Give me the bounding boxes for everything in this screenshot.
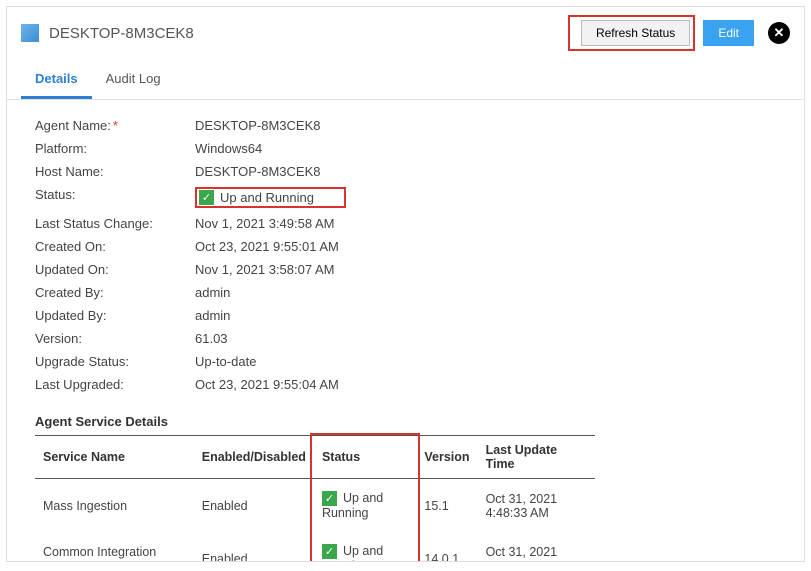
cell-last-update: Oct 31, 2021 5:01:56 AM bbox=[478, 532, 595, 562]
col-version: Version bbox=[416, 436, 477, 479]
value-version: 61.03 bbox=[195, 331, 228, 346]
check-icon bbox=[322, 491, 337, 506]
value-platform: Windows64 bbox=[195, 141, 262, 156]
label-created-on: Created On: bbox=[35, 239, 195, 254]
page-title: DESKTOP-8M3CEK8 bbox=[49, 25, 568, 42]
edit-button[interactable]: Edit bbox=[703, 20, 754, 46]
col-last-update: Last Update Time bbox=[478, 436, 595, 479]
value-updated-on: Nov 1, 2021 3:58:07 AM bbox=[195, 262, 334, 277]
label-last-upgraded: Last Upgraded: bbox=[35, 377, 195, 392]
table-row: Common Integration ComponentsEnabledUp a… bbox=[35, 532, 595, 562]
service-details-title: Agent Service Details bbox=[35, 414, 776, 429]
details-content: Agent Name:* DESKTOP-8M3CEK8 Platform: W… bbox=[7, 100, 804, 562]
check-icon bbox=[199, 190, 214, 205]
value-created-by: admin bbox=[195, 285, 230, 300]
label-agent-name: Agent Name:* bbox=[35, 118, 195, 133]
table-row: Mass IngestionEnabledUp and Running15.1O… bbox=[35, 479, 595, 533]
cell-service-name: Mass Ingestion bbox=[35, 479, 194, 533]
value-host-name: DESKTOP-8M3CEK8 bbox=[195, 164, 320, 179]
label-host-name: Host Name: bbox=[35, 164, 195, 179]
value-created-on: Oct 23, 2021 9:55:01 AM bbox=[195, 239, 339, 254]
col-service-name: Service Name bbox=[35, 436, 194, 479]
refresh-status-button[interactable]: Refresh Status bbox=[581, 20, 690, 46]
cell-enabled: Enabled bbox=[194, 479, 314, 533]
agent-icon bbox=[21, 24, 39, 42]
label-platform: Platform: bbox=[35, 141, 195, 156]
tab-bar: Details Audit Log bbox=[7, 63, 804, 100]
cell-service-name: Common Integration Components bbox=[35, 532, 194, 562]
value-agent-name: DESKTOP-8M3CEK8 bbox=[195, 118, 320, 133]
table-header-row: Service Name Enabled/Disabled Status Ver… bbox=[35, 436, 595, 479]
value-updated-by: admin bbox=[195, 308, 230, 323]
service-table: Service Name Enabled/Disabled Status Ver… bbox=[35, 435, 595, 562]
close-icon[interactable]: ✕ bbox=[768, 22, 790, 44]
label-upgrade-status: Upgrade Status: bbox=[35, 354, 195, 369]
cell-version: 15.1 bbox=[416, 479, 477, 533]
tab-details[interactable]: Details bbox=[21, 63, 92, 99]
label-last-status-change: Last Status Change: bbox=[35, 216, 195, 231]
panel-header: DESKTOP-8M3CEK8 Refresh Status Edit ✕ bbox=[7, 7, 804, 57]
tab-audit-log[interactable]: Audit Log bbox=[92, 63, 175, 99]
col-status: Status bbox=[314, 436, 416, 479]
cell-status: Up and Running bbox=[314, 479, 416, 533]
cell-last-update: Oct 31, 2021 4:48:33 AM bbox=[478, 479, 595, 533]
label-updated-on: Updated On: bbox=[35, 262, 195, 277]
label-created-by: Created By: bbox=[35, 285, 195, 300]
service-table-wrap: Service Name Enabled/Disabled Status Ver… bbox=[35, 435, 776, 562]
status-text: Up and Running bbox=[220, 190, 314, 205]
check-icon bbox=[322, 544, 337, 559]
label-version: Version: bbox=[35, 331, 195, 346]
status-highlight: Up and Running bbox=[195, 187, 346, 208]
cell-status: Up and Running bbox=[314, 532, 416, 562]
cell-enabled: Enabled bbox=[194, 532, 314, 562]
col-enabled: Enabled/Disabled bbox=[194, 436, 314, 479]
cell-version: 14.0.1 bbox=[416, 532, 477, 562]
required-indicator: * bbox=[113, 118, 118, 133]
agent-panel: DESKTOP-8M3CEK8 Refresh Status Edit ✕ De… bbox=[6, 6, 805, 562]
label-updated-by: Updated By: bbox=[35, 308, 195, 323]
value-status: Up and Running bbox=[195, 187, 346, 208]
refresh-highlight: Refresh Status bbox=[568, 15, 695, 51]
value-upgrade-status: Up-to-date bbox=[195, 354, 256, 369]
value-last-status-change: Nov 1, 2021 3:49:58 AM bbox=[195, 216, 334, 231]
value-last-upgraded: Oct 23, 2021 9:55:04 AM bbox=[195, 377, 339, 392]
label-status: Status: bbox=[35, 187, 195, 208]
